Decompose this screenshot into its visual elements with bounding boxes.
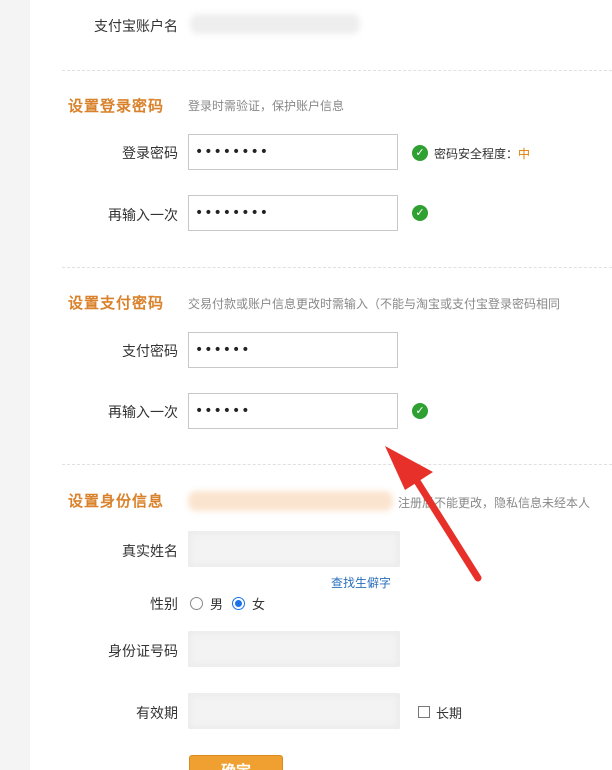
- pay-password-label: 支付密码: [122, 344, 178, 360]
- submit-button[interactable]: 确定: [189, 755, 283, 770]
- expiry-label: 有效期: [136, 706, 178, 722]
- identity-section-title: 设置身份信息: [68, 492, 165, 510]
- account-name-label: 支付宝账户名: [94, 19, 178, 35]
- expiry-input[interactable]: [188, 693, 400, 729]
- registration-page: 支付宝账户名 设置登录密码 登录时需验证，保护账户信息 登录密码 ✓ 密码安全程…: [0, 0, 612, 770]
- divider-3: [62, 464, 612, 465]
- pay-password-hint: 交易付款或账户信息更改时需输入（不能与淘宝或支付宝登录密码相同: [188, 297, 561, 311]
- login-password-check-icon: ✓: [412, 145, 428, 161]
- pay-password-confirm-label: 再输入一次: [108, 405, 178, 421]
- gender-female-label: 女: [252, 598, 266, 613]
- long-term-checkbox[interactable]: [418, 706, 430, 718]
- pay-password-input[interactable]: [188, 332, 398, 368]
- pay-password-confirm-input[interactable]: [188, 393, 398, 429]
- gender-female-radio[interactable]: [232, 597, 245, 610]
- account-name-value-blurred: [190, 14, 360, 34]
- login-password-confirm-input[interactable]: [188, 195, 398, 231]
- real-name-input[interactable]: [188, 531, 400, 567]
- login-password-label: 登录密码: [122, 146, 178, 162]
- password-strength-label: 密码安全程度：中: [434, 145, 530, 162]
- id-number-label: 身份证号码: [108, 644, 178, 660]
- annotation-arrow-icon: [385, 446, 482, 582]
- gender-label: 性别: [150, 597, 178, 613]
- id-number-input[interactable]: [188, 631, 400, 667]
- login-password-confirm-label: 再输入一次: [108, 208, 178, 224]
- identity-hint-blurred: [188, 491, 393, 511]
- real-name-label: 真实姓名: [122, 544, 178, 560]
- login-password-section-title: 设置登录密码: [68, 97, 165, 115]
- gender-male-label: 男: [210, 598, 224, 613]
- pay-password-section-title: 设置支付密码: [68, 294, 165, 312]
- login-password-confirm-check-icon: ✓: [412, 205, 428, 221]
- gender-male-radio[interactable]: [190, 597, 203, 610]
- login-password-hint: 登录时需验证，保护账户信息: [188, 99, 345, 113]
- long-term-label: 长期: [436, 707, 463, 722]
- password-strength-prefix: 密码安全程度：: [434, 147, 519, 161]
- login-password-input[interactable]: [188, 134, 398, 170]
- divider-2: [62, 267, 612, 268]
- password-strength-value: 中: [518, 147, 531, 161]
- pay-password-confirm-check-icon: ✓: [412, 403, 428, 419]
- divider-1: [62, 70, 612, 71]
